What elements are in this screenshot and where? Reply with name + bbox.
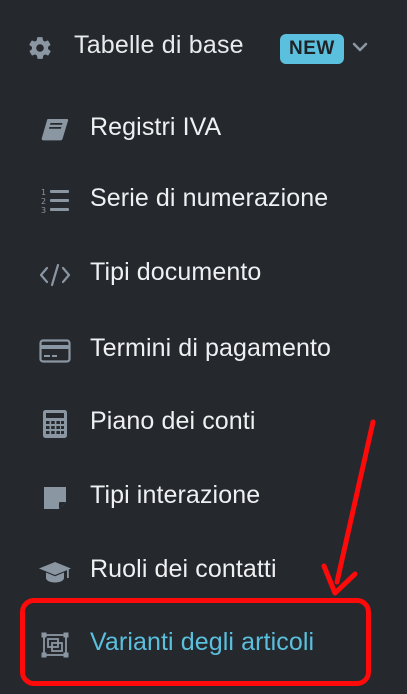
code-icon [39,263,71,287]
menu-item-label: Ruoli dei contatti [90,555,277,583]
menu-item-serie-di-numerazione[interactable]: 1 2 3 Serie di numerazione [0,170,407,230]
menu-item-label: Serie di numerazione [90,184,329,212]
svg-text:1: 1 [41,188,46,197]
menu-item-label: Piano dei conti [90,407,256,435]
menu-item-label: Tipi documento [90,258,262,286]
sidebar-panel: Tabelle di base NEW Registri IVA 1 2 3 S… [0,0,407,694]
menu-item-registri-iva[interactable]: Registri IVA [0,99,407,159]
sticky-note-icon [44,487,66,509]
menu-item-piano-dei-conti[interactable]: Piano dei conti [0,393,407,453]
menu-item-termini-di-pagamento[interactable]: Termini di pagamento [0,320,407,380]
annotation-highlight-box [20,598,371,686]
menu-item-label: Registri IVA [90,113,222,141]
chevron-down-icon[interactable] [352,41,368,53]
calculator-icon [43,410,67,438]
section-header-tabelle-di-base[interactable]: Tabelle di base NEW [0,14,407,84]
menu-item-ruoli-dei-contatti[interactable]: Ruoli dei contatti [0,541,407,601]
book-icon [41,119,69,141]
gear-icon [29,37,51,59]
menu-item-label: Tipi interazione [90,481,261,509]
menu-item-label: Termini di pagamento [90,334,332,362]
menu-item-tipi-documento[interactable]: Tipi documento [0,244,407,304]
new-badge: NEW [280,34,344,64]
menu-item-tipi-interazione[interactable]: Tipi interazione [0,467,407,527]
section-title: Tabelle di base [74,31,244,59]
svg-text:3: 3 [41,206,46,215]
credit-card-icon [39,339,71,363]
numbered-list-icon: 1 2 3 [41,188,69,215]
graduation-cap-icon [39,562,71,583]
svg-text:2: 2 [41,197,46,206]
